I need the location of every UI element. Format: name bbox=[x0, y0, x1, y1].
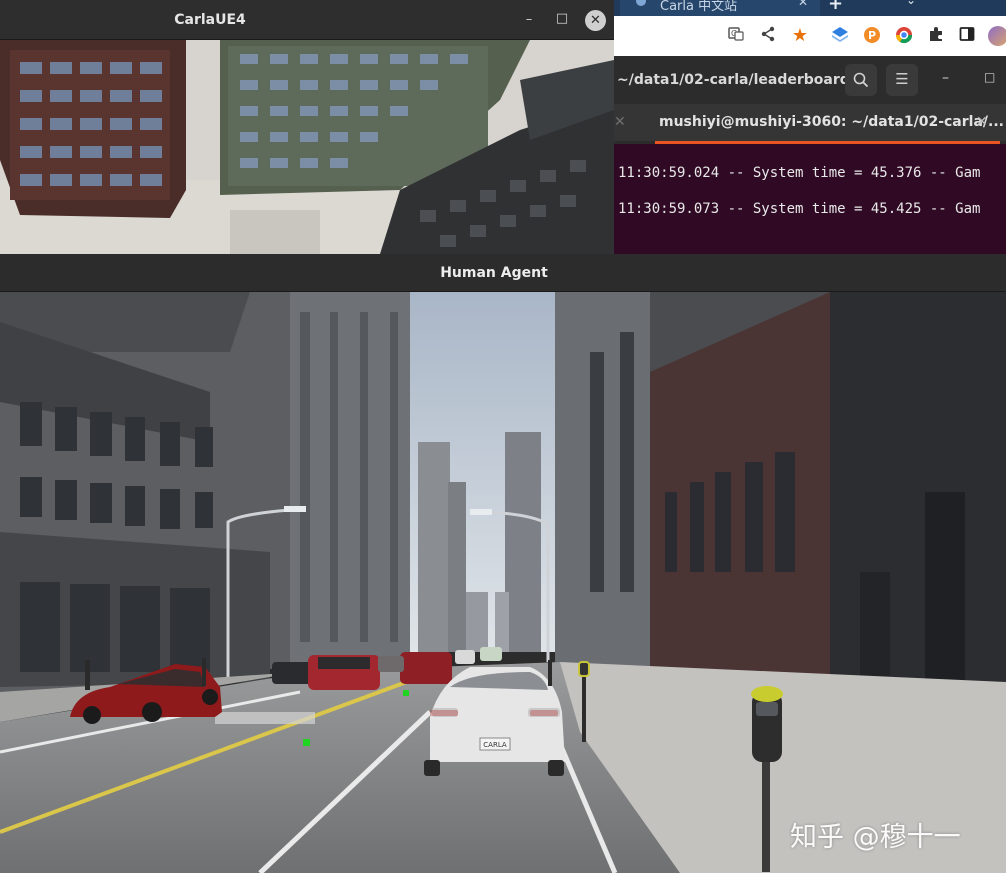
browser-window: Carla 中文站 ✕ + ⌄ G ★ P bbox=[614, 0, 1006, 56]
previous-tab-close-icon[interactable]: ✕ bbox=[614, 104, 626, 141]
terminal-tab-bar: ✕ mushiyi@mushiyi-3060: ~/data1/02-carla… bbox=[614, 104, 1006, 144]
browser-tab[interactable]: Carla 中文站 ✕ bbox=[620, 0, 820, 16]
carla-window-title: CarlaUE4 bbox=[174, 12, 246, 28]
share-icon[interactable] bbox=[758, 26, 778, 46]
terminal-search-button[interactable] bbox=[845, 64, 877, 96]
new-tab-button[interactable]: + bbox=[828, 0, 843, 14]
carla-titlebar[interactable]: CarlaUE4 – □ ✕ bbox=[0, 0, 614, 40]
site-favicon-icon bbox=[636, 0, 646, 6]
human-agent-titlebar[interactable]: Human Agent bbox=[0, 254, 1006, 292]
zhihu-watermark: 知乎 @穆十一 bbox=[790, 822, 961, 853]
translate-icon[interactable]: G bbox=[726, 26, 746, 46]
terminal-header-path: ~/data1/02-carla/leaderboard bbox=[617, 72, 850, 88]
terminal-window: ~/data1/02-carla/leaderboard ☰ – □ ✕ mus… bbox=[614, 56, 1006, 254]
profile-avatar-icon[interactable] bbox=[988, 26, 1006, 46]
human-agent-window: Human Agent CARLA bbox=[0, 254, 1006, 873]
browser-tab-close-icon[interactable]: ✕ bbox=[798, 0, 808, 9]
ego-car-rear-plate: CARLA bbox=[483, 741, 507, 749]
chrome-icon[interactable] bbox=[894, 26, 914, 46]
front-camera-street-view: CARLA bbox=[0, 292, 1006, 873]
terminal-output-line: 11:30:59.073 -- System time = 45.425 -- … bbox=[618, 201, 981, 217]
bookmark-star-icon[interactable]: ★ bbox=[790, 26, 810, 46]
terminal-menu-button[interactable]: ☰ bbox=[886, 64, 918, 96]
terminal-tab-close-button[interactable]: ✕ bbox=[976, 104, 988, 141]
svg-text:P: P bbox=[868, 29, 876, 42]
puzzle-extensions-icon[interactable] bbox=[926, 26, 946, 46]
side-panel-icon[interactable] bbox=[957, 26, 977, 46]
carla-maximize-button[interactable]: □ bbox=[552, 9, 572, 29]
terminal-output-line: 11:30:59.024 -- System time = 45.376 -- … bbox=[618, 165, 981, 181]
terminal-tab[interactable]: ✕ mushiyi@mushiyi-3060: ~/data1/02-carla… bbox=[614, 104, 1006, 141]
top-down-camera-view bbox=[0, 40, 614, 254]
terminal-maximize-button[interactable]: □ bbox=[984, 70, 995, 84]
human-agent-window-title: Human Agent bbox=[440, 265, 548, 281]
extension-icon[interactable] bbox=[830, 26, 850, 46]
browser-toolbar: G ★ P bbox=[614, 16, 1006, 56]
active-tab-indicator bbox=[655, 141, 1000, 144]
browser-tab-title: Carla 中文站 bbox=[660, 0, 738, 14]
terminal-minimize-button[interactable]: – bbox=[942, 70, 949, 86]
carla-ue4-window: CarlaUE4 – □ ✕ bbox=[0, 0, 614, 254]
terminal-tab-title: mushiyi@mushiyi-3060: ~/data1/02-carla/.… bbox=[659, 114, 1004, 130]
tab-search-chevron-icon[interactable]: ⌄ bbox=[906, 0, 916, 7]
search-icon bbox=[853, 72, 869, 88]
extension-icon[interactable]: P bbox=[862, 26, 882, 46]
terminal-headerbar[interactable]: ~/data1/02-carla/leaderboard ☰ – □ bbox=[614, 56, 1006, 104]
carla-close-button[interactable]: ✕ bbox=[585, 10, 606, 31]
browser-tab-bar: Carla 中文站 ✕ + ⌄ bbox=[614, 0, 1006, 16]
carla-minimize-button[interactable]: – bbox=[519, 10, 539, 30]
